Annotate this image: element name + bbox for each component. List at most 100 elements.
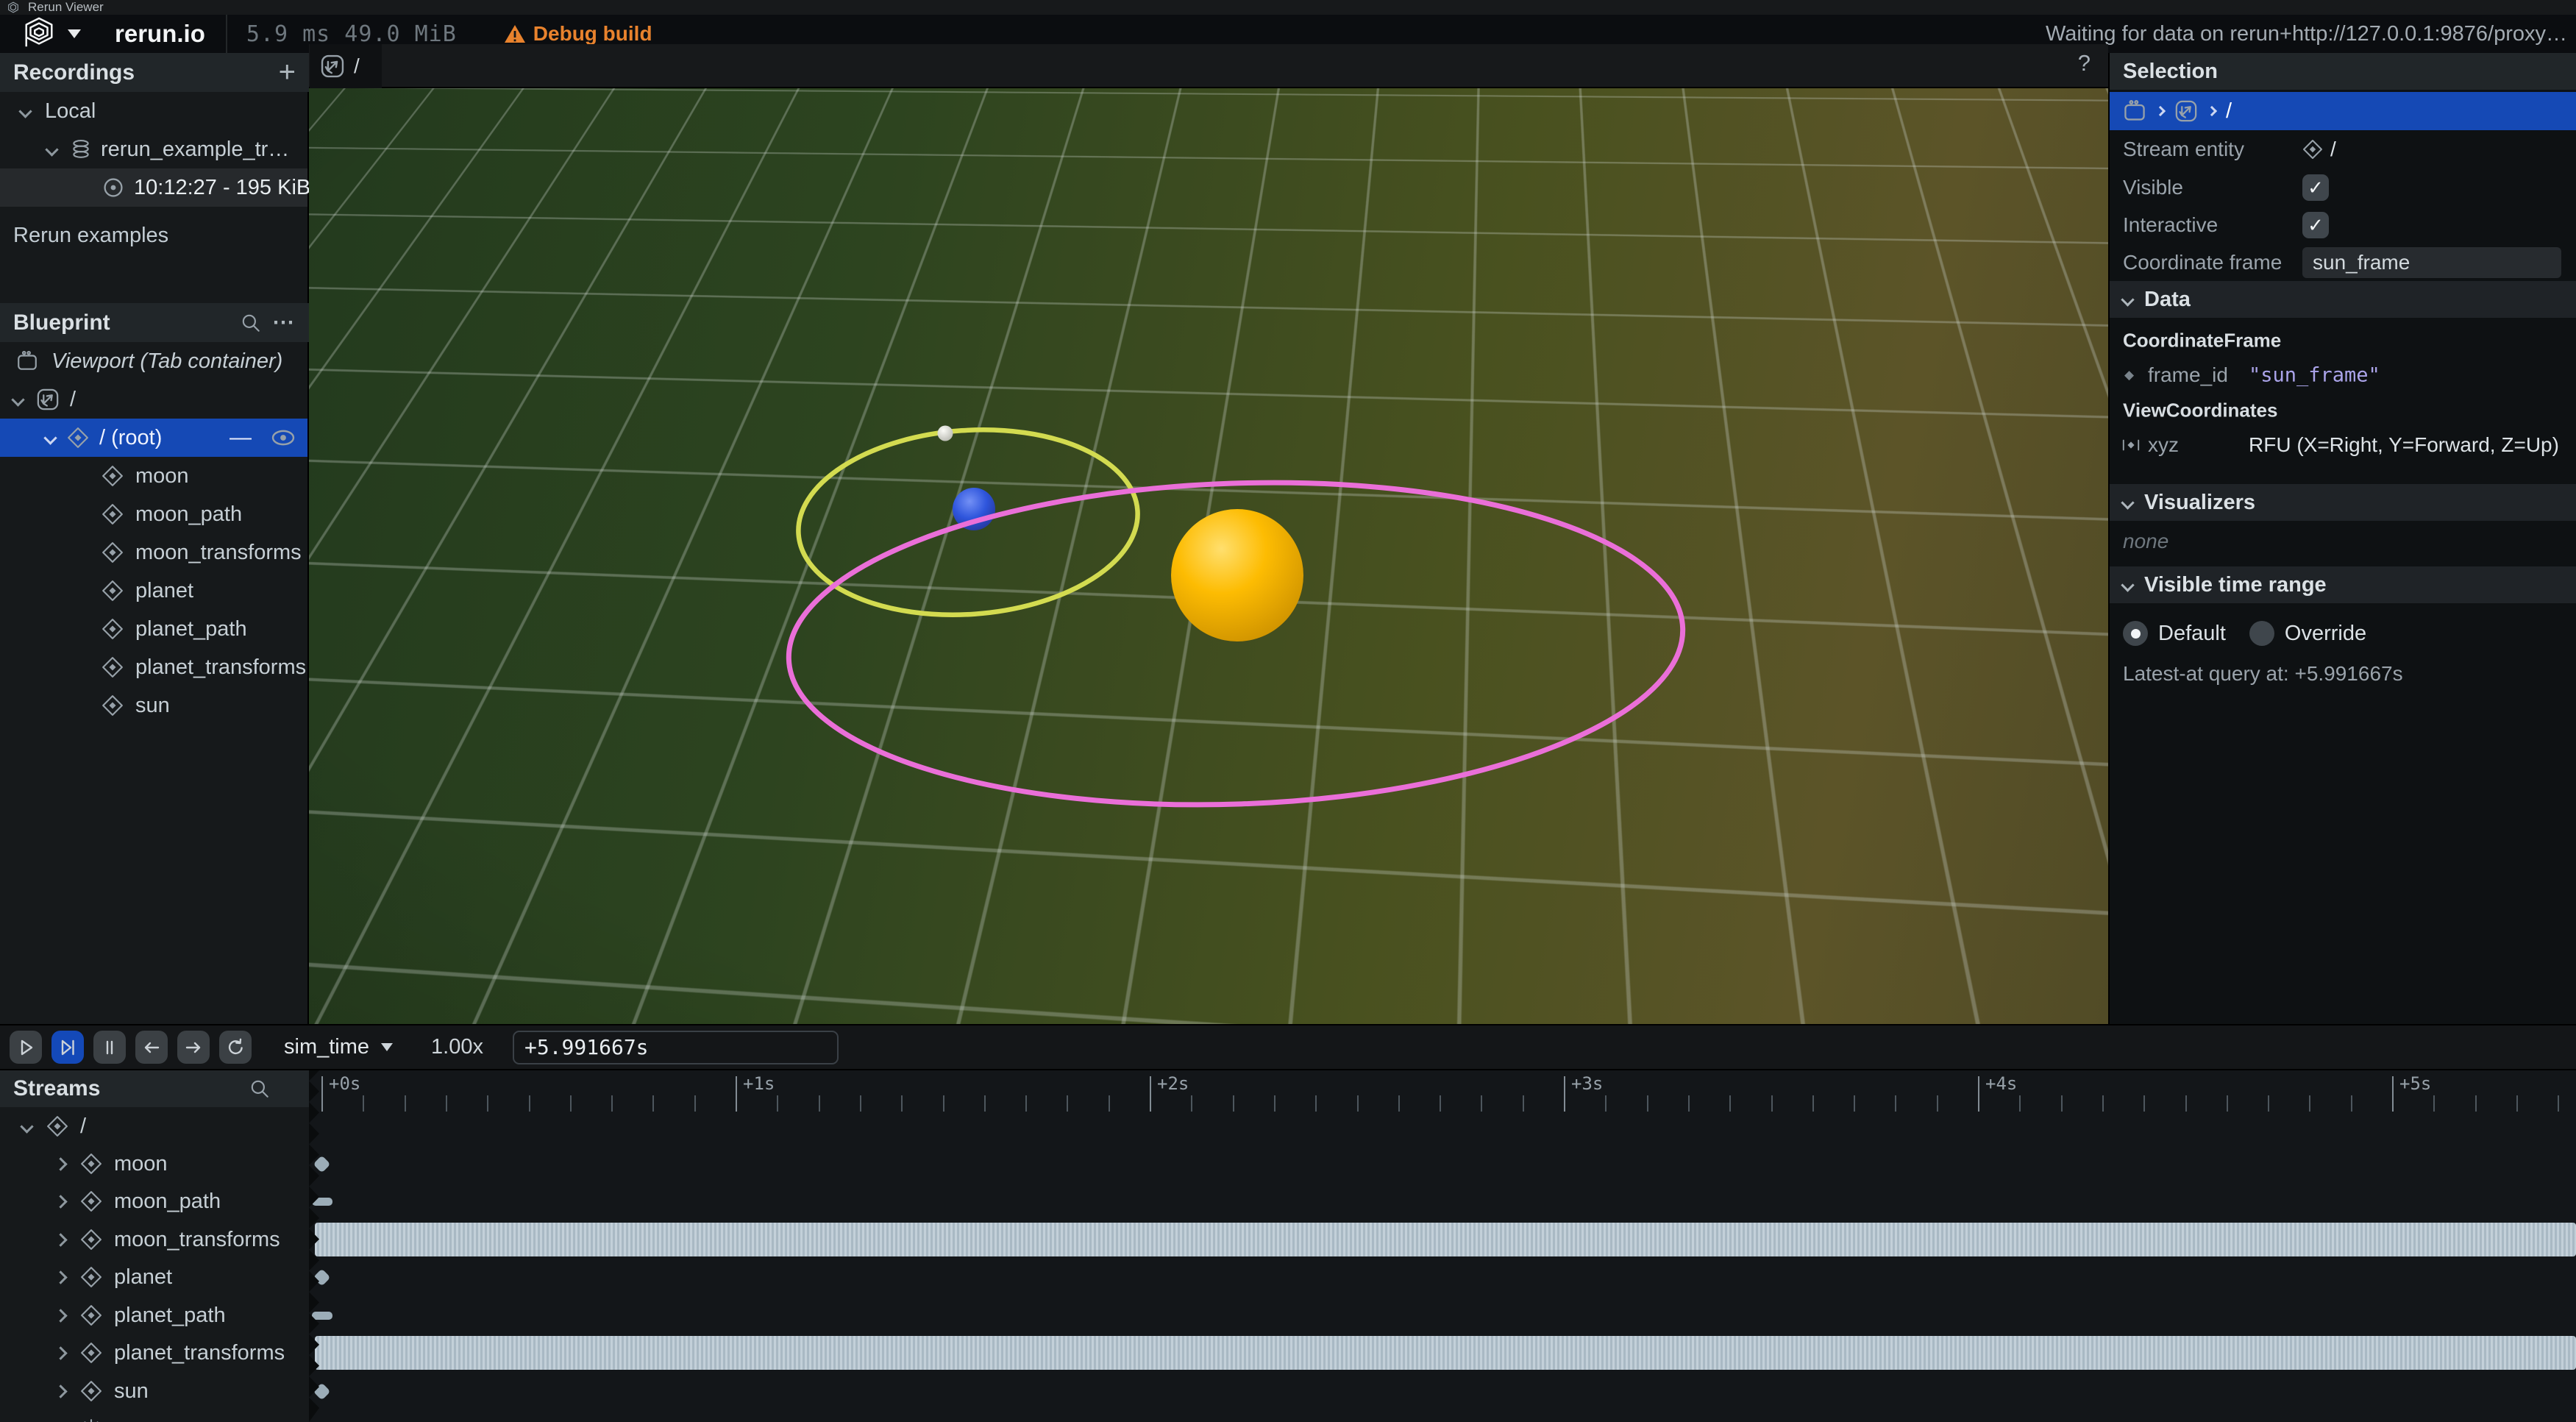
loop-button[interactable]: [219, 1031, 252, 1064]
coordinate-frame-field[interactable]: sun_frame: [2302, 247, 2561, 278]
sun-sphere[interactable]: [1171, 509, 1303, 641]
viewport-tab-bar: / ?: [309, 44, 2108, 88]
override-radio-label[interactable]: Override: [2285, 622, 2366, 646]
visualizers-none: none: [2123, 530, 2168, 553]
chevron-right-icon[interactable]: [54, 1195, 67, 1208]
stream-row[interactable]: sun: [0, 1372, 309, 1410]
remove-button[interactable]: —: [230, 425, 252, 450]
component-bullet-icon: ◆: [2124, 368, 2134, 383]
stream-row[interactable]: moon: [0, 1145, 309, 1183]
more-menu-button[interactable]: ⋯: [272, 310, 296, 335]
play-button[interactable]: [10, 1031, 42, 1064]
ruler-minor-tick: [984, 1095, 986, 1112]
blueprint-item[interactable]: moon: [0, 457, 307, 495]
chevron-down-icon[interactable]: [43, 431, 57, 444]
recordings-group-local[interactable]: Local: [0, 92, 307, 130]
blueprint-item[interactable]: moon_path: [0, 495, 307, 533]
moon-sphere[interactable]: [938, 426, 953, 441]
blueprint-item[interactable]: planet: [0, 572, 307, 610]
selection-breadcrumb[interactable]: /: [2110, 92, 2576, 130]
chevron-down-icon[interactable]: [2121, 578, 2134, 591]
ruler-major-tick: [736, 1076, 737, 1112]
chevron-right-icon[interactable]: [54, 1233, 67, 1246]
app-icon: [7, 1, 19, 13]
add-recording-button[interactable]: +: [279, 56, 296, 89]
stream-row-clipped[interactable]: [0, 1409, 309, 1422]
chevron-right-icon[interactable]: [54, 1309, 67, 1322]
spatial-view-icon[interactable]: [2174, 99, 2198, 123]
blueprint-root-row-selected[interactable]: / (root) —: [0, 419, 307, 457]
chevron-down-icon[interactable]: [2121, 496, 2134, 509]
chevron-down-icon[interactable]: [18, 104, 32, 118]
tab-container-icon[interactable]: [2123, 99, 2146, 123]
timeline-selector[interactable]: sim_time: [284, 1035, 369, 1059]
stream-row[interactable]: moon_transforms: [0, 1220, 309, 1259]
rerun-examples-header[interactable]: Rerun examples: [0, 216, 307, 255]
chevron-right-icon[interactable]: [54, 1384, 67, 1398]
follow-button[interactable]: [51, 1031, 84, 1064]
ruler-minor-tick: [1771, 1095, 1773, 1112]
streams-root-row[interactable]: /: [0, 1107, 309, 1145]
event-marker-planet-path[interactable]: [312, 1312, 332, 1320]
divider: [226, 15, 227, 53]
chevron-down-icon[interactable]: [11, 393, 24, 406]
step-back-button[interactable]: [135, 1031, 168, 1064]
xyz-value[interactable]: RFU (X=Right, Y=Forward, Z=Up): [2249, 433, 2559, 457]
default-radio[interactable]: [2123, 621, 2148, 646]
app-menu-caret-icon[interactable]: [68, 29, 81, 38]
chevron-right-icon[interactable]: [54, 1270, 67, 1284]
ruler-minor-tick: [405, 1095, 406, 1112]
chevron-right-icon[interactable]: [54, 1157, 67, 1170]
visualizers-section-header[interactable]: Visualizers: [2110, 484, 2576, 521]
visibility-eye-icon[interactable]: [271, 425, 296, 450]
spatial-view-icon: [36, 388, 60, 411]
stream-row[interactable]: planet_transforms: [0, 1334, 309, 1372]
spatial-3d-viewport[interactable]: [309, 88, 2108, 1024]
timeline-dropdown-caret-icon[interactable]: [381, 1043, 393, 1051]
event-bar-planet-transforms[interactable]: [315, 1336, 2576, 1370]
ruler-minor-tick: [901, 1095, 903, 1112]
chevron-right-icon[interactable]: [54, 1346, 67, 1359]
chevron-down-icon[interactable]: [45, 143, 58, 156]
stream-entity-value[interactable]: /: [2302, 138, 2336, 161]
selection-panel: Selection / Stream entity / Visible ✓ In…: [2108, 53, 2576, 1024]
tab-root-view[interactable]: /: [310, 44, 382, 88]
blueprint-view-row[interactable]: /: [0, 380, 307, 419]
data-section-header[interactable]: Data: [2110, 281, 2576, 318]
event-bar-moon-transforms[interactable]: [315, 1223, 2576, 1256]
timeline-area[interactable]: +0s +1s +2s +3s +4s +5s: [309, 1070, 2576, 1422]
rerun-logo-icon[interactable]: [22, 16, 56, 51]
search-icon[interactable]: [249, 1078, 271, 1100]
stream-row[interactable]: planet_path: [0, 1296, 309, 1334]
help-button[interactable]: ?: [2078, 50, 2091, 77]
default-radio-label[interactable]: Default: [2158, 622, 2226, 646]
chevron-down-icon[interactable]: [20, 1120, 33, 1133]
playback-speed[interactable]: 1.00x: [431, 1035, 483, 1059]
entity-icon: [80, 1304, 102, 1326]
search-icon[interactable]: [240, 312, 262, 334]
blueprint-item[interactable]: planet_transforms: [0, 648, 307, 686]
chevron-down-icon[interactable]: [2121, 293, 2134, 306]
ruler-minor-tick: [529, 1095, 530, 1112]
current-time-field[interactable]: +5.991667s: [513, 1031, 839, 1064]
frame-id-value[interactable]: "sun_frame": [2249, 364, 2380, 387]
recording-session-selected[interactable]: 10:12:27 - 195 KiB: [0, 168, 307, 207]
override-radio[interactable]: [2249, 621, 2274, 646]
ruler-minor-tick: [2558, 1095, 2559, 1112]
recording-item[interactable]: rerun_example_tr…: [0, 130, 307, 168]
stream-row[interactable]: planet: [0, 1258, 309, 1296]
visible-time-range-header[interactable]: Visible time range: [2110, 566, 2576, 603]
ruler-label: +5s: [2399, 1073, 2431, 1094]
blueprint-viewport-row[interactable]: Viewport (Tab container): [0, 342, 307, 380]
blueprint-item[interactable]: planet_path: [0, 610, 307, 648]
blueprint-item[interactable]: moon_transforms: [0, 533, 307, 572]
step-forward-button[interactable]: [177, 1031, 210, 1064]
pause-button[interactable]: [93, 1031, 126, 1064]
blueprint-item[interactable]: sun: [0, 686, 307, 725]
stream-row[interactable]: moon_path: [0, 1182, 309, 1220]
interactive-checkbox[interactable]: ✓: [2302, 212, 2329, 238]
latency-memory-stats: 5.9 ms 49.0 MiB: [246, 21, 457, 47]
ruler-minor-tick: [1357, 1095, 1359, 1112]
breadcrumb-leaf[interactable]: /: [2226, 99, 2232, 124]
visible-checkbox[interactable]: ✓: [2302, 174, 2329, 201]
